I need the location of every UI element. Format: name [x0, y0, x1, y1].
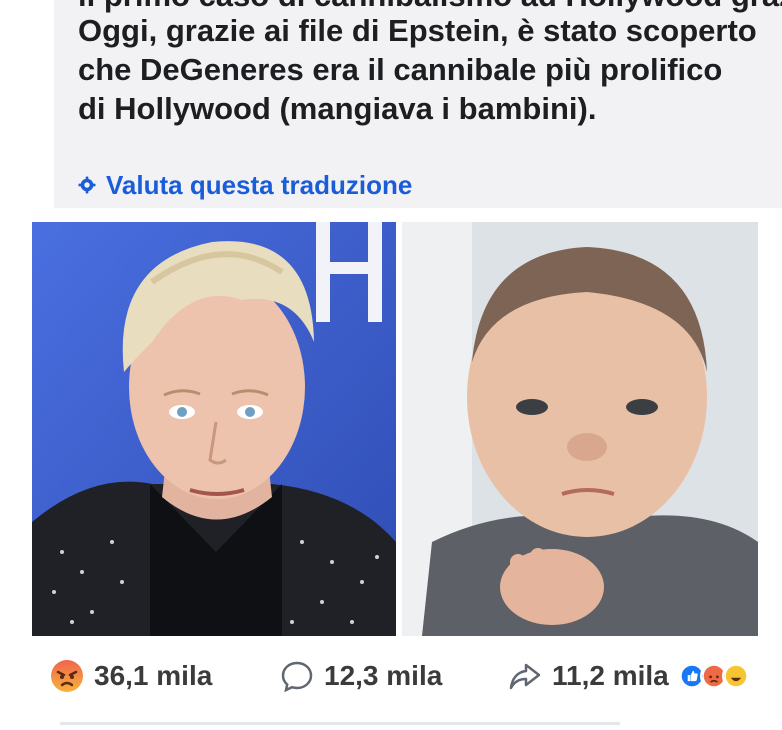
share-arrow-icon	[509, 663, 541, 690]
shares-stat[interactable]: 11,2 mila	[508, 648, 669, 704]
gear-icon	[78, 176, 96, 194]
translate-rating-label: Valuta questa traduzione	[106, 169, 413, 200]
divider-line	[60, 722, 620, 725]
angry-count: 36,1 mila	[94, 660, 213, 691]
angry-reactions-stat[interactable]: 36,1 mila	[50, 648, 212, 704]
reaction-summary-icons[interactable]	[678, 662, 750, 690]
comments-count: 12,3 mila	[324, 660, 443, 691]
comments-stat[interactable]: 12,3 mila	[280, 648, 442, 704]
shares-count: 11,2 mila	[552, 660, 669, 691]
reactions-bar: 36,1 mila 12,3 mila 11,2 mila	[0, 648, 782, 704]
translate-rating-link[interactable]: Valuta questa traduzione	[78, 168, 412, 202]
baby-illustration	[402, 222, 758, 636]
comment-bubble-icon	[281, 661, 313, 693]
angry-reaction-icon	[51, 660, 83, 692]
portrait-illustration	[32, 222, 396, 636]
haha-reaction-icon	[722, 662, 750, 690]
post-photo-left[interactable]	[32, 222, 396, 636]
post-text: Oggi, grazie ai file di Epstein, è stato…	[78, 13, 757, 126]
post-photo-right[interactable]	[402, 222, 758, 636]
